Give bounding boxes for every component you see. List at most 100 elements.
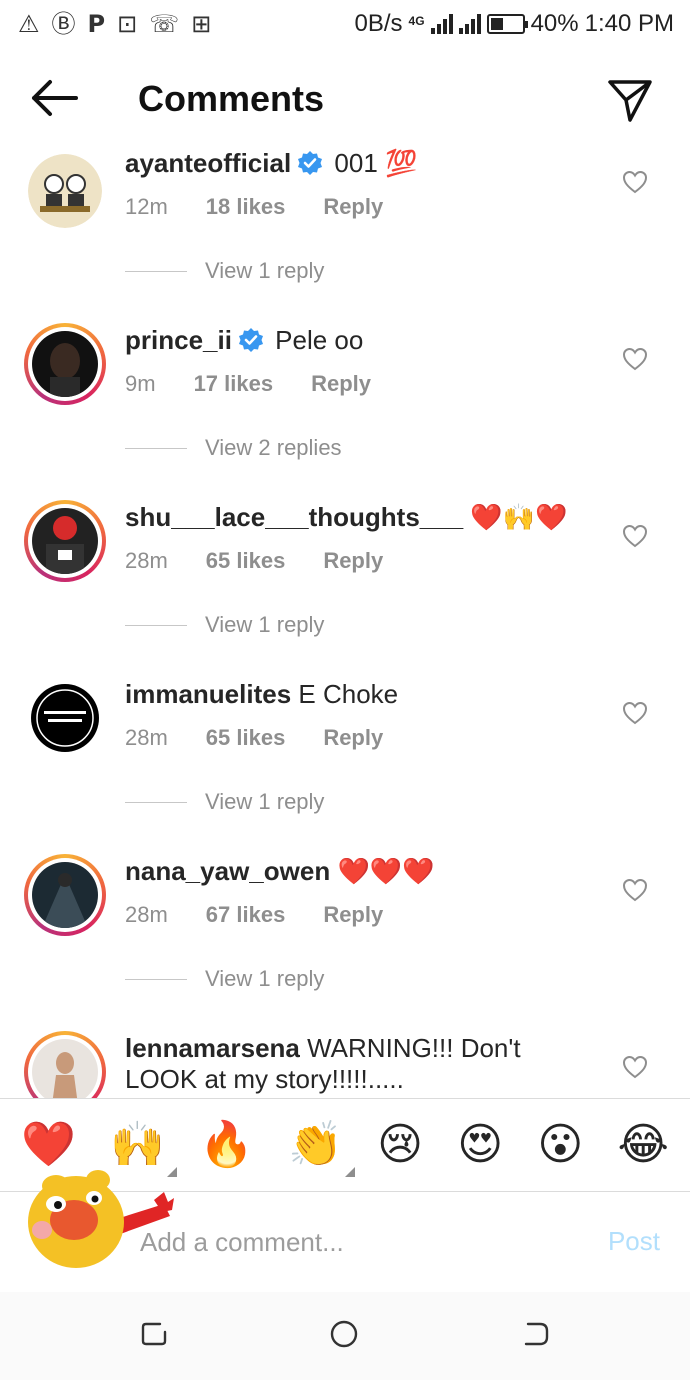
fire-emoji-button[interactable]: 🔥 <box>199 1123 254 1167</box>
view-replies-label: View 1 reply <box>205 789 325 814</box>
add-comment-input[interactable] <box>140 1222 570 1262</box>
view-replies-button[interactable]: View 1 reply <box>125 966 324 992</box>
comment-body: ayanteofficial 001 💯 <box>125 148 595 179</box>
surprised-emoji-button[interactable]: 😮 <box>537 1123 583 1167</box>
verified-badge-icon <box>238 328 263 352</box>
comment-username[interactable]: lennamarsena <box>125 1033 300 1063</box>
view-replies-label: View 1 reply <box>205 612 325 637</box>
divider <box>125 978 187 980</box>
status-bar-system: 0B/s 4G 40% 1:40 PM <box>355 10 674 38</box>
view-replies-button[interactable]: View 2 replies <box>125 435 342 461</box>
comment-body: nana_yaw_owen ❤️❤️❤️ <box>125 856 595 887</box>
net-speed: 0B/s <box>354 10 403 37</box>
like-heart-icon[interactable] <box>622 524 648 548</box>
back-arrow-icon[interactable] <box>28 76 80 120</box>
comment-time: 9m <box>125 371 156 396</box>
b-app-icon: Ⓑ <box>51 10 76 38</box>
comment-likes[interactable]: 18 likes <box>206 194 286 220</box>
comment-body: shu___lace___thoughts___ ❤️🙌❤️ <box>125 502 595 533</box>
comment-likes[interactable]: 17 likes <box>194 371 274 397</box>
comment-time: 28m <box>125 548 168 573</box>
avatar-shu___lace___thoughts___ <box>32 508 98 574</box>
divider <box>125 270 187 272</box>
recent-apps-icon[interactable] <box>138 1318 170 1350</box>
comment-body: immanuelites E Choke <box>125 679 595 710</box>
post-button[interactable]: Post <box>608 1226 660 1257</box>
raising-hands-emoji: 🙌 <box>110 1119 165 1170</box>
divider <box>125 624 187 626</box>
home-icon[interactable] <box>328 1318 360 1350</box>
clock: 1:40 PM <box>584 10 674 37</box>
crying-emoji-button[interactable]: 😢 <box>377 1123 423 1167</box>
view-replies-button[interactable]: View 1 reply <box>125 258 324 284</box>
comment-username[interactable]: shu___lace___thoughts___ <box>125 502 463 532</box>
comment-text: E Choke <box>298 679 399 709</box>
laughing-emoji-button[interactable]: 😂 <box>617 1123 668 1167</box>
comment-text: ❤️🙌❤️ <box>470 502 568 532</box>
comment-likes[interactable]: 67 likes <box>206 902 286 928</box>
comment-likes[interactable]: 65 likes <box>206 548 286 574</box>
like-heart-icon[interactable] <box>622 878 648 902</box>
direct-message-icon[interactable] <box>606 76 654 124</box>
comments-list[interactable]: ayanteofficial 001 💯 12m 18 likes Reply … <box>0 140 690 1098</box>
reply-button[interactable]: Reply <box>323 194 383 220</box>
heart-eyes-emoji-button[interactable]: 😍 <box>457 1123 503 1167</box>
whatsapp-icon: ☏ <box>149 10 180 38</box>
comment-composer: Post <box>0 1170 690 1292</box>
view-replies-label: View 2 replies <box>205 435 342 460</box>
avatar[interactable] <box>24 854 106 936</box>
battery-saver-icon: ⊞ <box>191 10 212 38</box>
like-heart-icon[interactable] <box>622 701 648 725</box>
comment-likes[interactable]: 65 likes <box>206 725 286 751</box>
warning-icon: ⚠ <box>18 10 40 38</box>
avatar-lennamarsena <box>32 1039 98 1098</box>
comment-username[interactable]: immanuelites <box>125 679 291 709</box>
comment-meta: 28m 65 likes Reply <box>125 548 383 574</box>
comment-text: ❤️❤️❤️ <box>337 856 435 886</box>
divider <box>125 447 187 449</box>
comment-text: 001 💯 <box>334 148 418 178</box>
comment-username[interactable]: nana_yaw_owen <box>125 856 330 886</box>
reply-button[interactable]: Reply <box>323 548 383 574</box>
comment-username[interactable]: prince_ii <box>125 325 232 355</box>
reply-button[interactable]: Reply <box>311 371 371 397</box>
comment-time: 28m <box>125 902 168 927</box>
avatar[interactable] <box>24 500 106 582</box>
comment-text: Pele oo <box>275 325 364 355</box>
comment-time: 28m <box>125 725 168 750</box>
comment-body: lennamarsena WARNING!!! Don't LOOK at my… <box>125 1033 595 1095</box>
skin-tone-indicator <box>344 1167 355 1177</box>
reply-button[interactable]: Reply <box>323 902 383 928</box>
avatar-immanuelites <box>31 684 99 752</box>
view-replies-button[interactable]: View 1 reply <box>125 789 324 815</box>
network-type: 4G <box>408 14 425 28</box>
like-heart-icon[interactable] <box>622 170 648 194</box>
reply-button[interactable]: Reply <box>323 725 383 751</box>
signal-icon <box>430 14 453 34</box>
comment-body: prince_ii Pele oo <box>125 325 595 356</box>
view-replies-label: View 1 reply <box>205 966 325 991</box>
avatar[interactable] <box>24 1031 106 1098</box>
avatar[interactable] <box>24 677 106 759</box>
avatar[interactable] <box>24 323 106 405</box>
system-navigation-bar <box>0 1292 690 1380</box>
comments-header: Comments <box>0 48 690 148</box>
comment-username[interactable]: ayanteofficial <box>125 148 291 178</box>
status-bar-notification-icons: ⚠ Ⓑ P ⊡ ☏ ⊞ <box>18 12 211 36</box>
raising-hands-emoji-button[interactable]: 🙌 <box>110 1123 177 1177</box>
like-heart-icon[interactable] <box>622 1055 648 1079</box>
status-bar: ⚠ Ⓑ P ⊡ ☏ ⊞ 0B/s 4G 40% 1:40 PM <box>0 0 690 48</box>
sticker-overlay-icon <box>28 1170 174 1268</box>
avatar-prince_ii <box>32 331 98 397</box>
view-replies-button[interactable]: View 1 reply <box>125 612 324 638</box>
comment-meta: 28m 67 likes Reply <box>125 902 383 928</box>
p-app-icon: P <box>87 10 106 38</box>
view-replies-label: View 1 reply <box>205 258 325 283</box>
red-heart-emoji-button[interactable]: ❤️ <box>21 1123 76 1167</box>
clapping-emoji-button[interactable]: 👏 <box>288 1123 355 1177</box>
comment-meta: 28m 65 likes Reply <box>125 725 383 751</box>
back-nav-icon[interactable] <box>520 1318 552 1350</box>
verified-badge-icon <box>298 151 323 175</box>
like-heart-icon[interactable] <box>622 347 648 371</box>
avatar[interactable] <box>24 150 106 232</box>
